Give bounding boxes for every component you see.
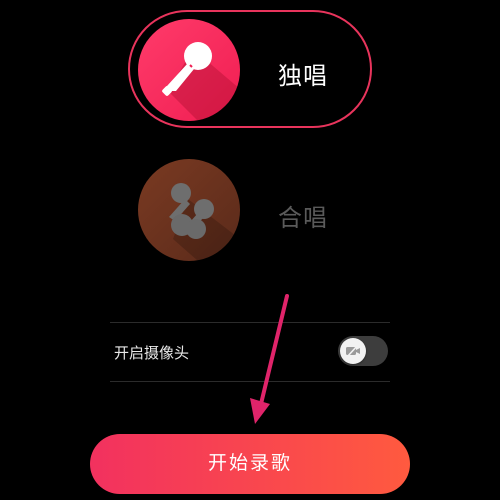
chorus-mode-icon-circle	[138, 159, 240, 261]
solo-mode-card[interactable]: 独唱	[128, 10, 372, 128]
duet-microphones-icon	[169, 183, 240, 261]
start-recording-button[interactable]: 开始录歌	[90, 434, 410, 494]
camera-toggle-knob	[340, 338, 366, 364]
chorus-mode-label: 合唱	[278, 204, 328, 232]
divider-bottom	[110, 381, 390, 382]
solo-mode-icon-circle	[138, 19, 240, 121]
camera-option-label: 开启摄像头	[114, 344, 190, 362]
camera-toggle[interactable]	[338, 336, 388, 366]
start-recording-label: 开始录歌	[207, 451, 292, 474]
chorus-mode-card[interactable]: 合唱	[128, 150, 372, 268]
solo-mode-label: 独唱	[278, 62, 328, 90]
microphone-icon	[162, 42, 240, 121]
camera-off-icon	[346, 344, 360, 358]
camera-option-row: 开启摄像头	[110, 323, 390, 381]
